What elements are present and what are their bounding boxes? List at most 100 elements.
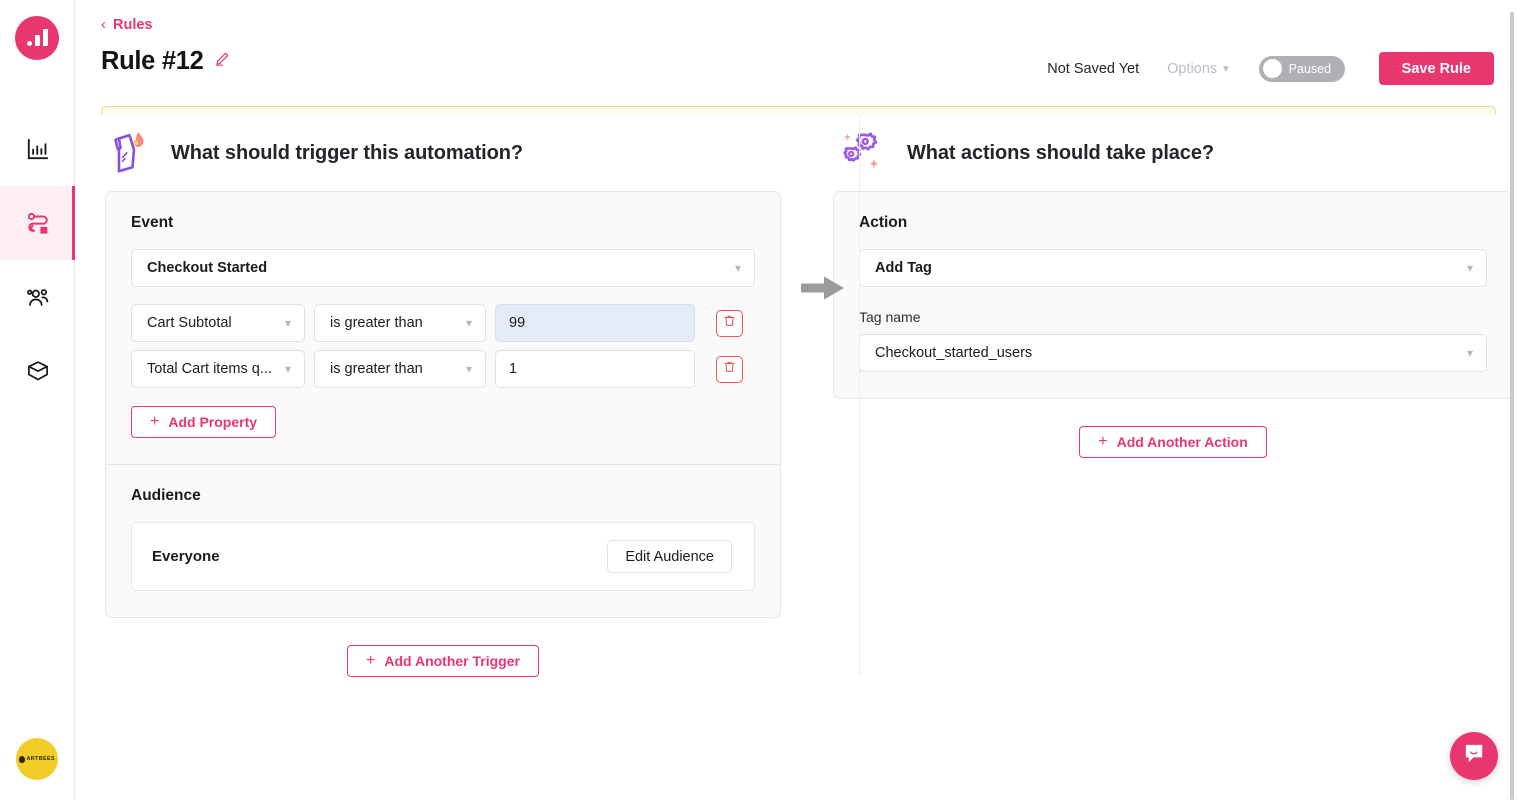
chevron-left-icon: ‹	[101, 16, 106, 33]
action-type-select[interactable]: Add Tag ▾	[859, 249, 1487, 287]
trigger-section-title: What should trigger this automation?	[171, 141, 523, 164]
arrow-right-icon	[799, 273, 847, 308]
app-logo[interactable]	[0, 0, 74, 75]
actions-column: What actions should take place? Action A…	[833, 115, 1513, 677]
tag-name-label: Tag name	[859, 309, 921, 325]
gears-sparkle-icon	[835, 125, 887, 182]
plus-icon: +	[150, 412, 160, 430]
avatar[interactable]: ARTBEES	[16, 738, 58, 780]
add-action-label: Add Another Action	[1116, 434, 1248, 450]
chevron-down-icon: ▾	[1466, 346, 1473, 360]
main-area: ‹ Rules Rule #12 Not Saved Yet Options ▾	[75, 0, 1520, 800]
trigger-column: What should trigger this automation? Eve…	[101, 115, 781, 677]
event-pane-title: Event	[131, 214, 174, 231]
property-name-value: Total Cart items q...	[147, 361, 272, 377]
box-icon	[25, 358, 51, 384]
add-property-wrap: + Add Property	[131, 406, 755, 438]
add-another-action-button[interactable]: + Add Another Action	[1079, 426, 1267, 458]
audience-pane-title: Audience	[131, 487, 201, 504]
actions-section-title: What actions should take place?	[907, 141, 1214, 164]
chat-widget-button[interactable]	[1450, 732, 1498, 780]
audience-value: Everyone	[152, 548, 220, 565]
edit-audience-button[interactable]: Edit Audience	[607, 540, 732, 573]
flow-arrow	[795, 270, 851, 310]
delete-property-button[interactable]	[716, 309, 743, 337]
tag-name-select[interactable]: Checkout_started_users ▾	[859, 334, 1487, 372]
rules-flow-icon	[25, 210, 51, 236]
lighter-flame-icon	[107, 126, 151, 181]
toggle-knob	[1262, 59, 1282, 78]
event-select[interactable]: Checkout Started ▾	[131, 249, 755, 287]
add-property-label: Add Property	[168, 414, 258, 430]
add-action-wrap: + Add Another Action	[833, 426, 1513, 458]
tag-name-value: Checkout_started_users	[875, 345, 1033, 361]
property-operator-value: is greater than	[330, 315, 423, 331]
plus-icon: +	[366, 651, 376, 669]
property-row: Total Cart items q... ▾ is greater than …	[131, 350, 755, 388]
property-value-input[interactable]	[495, 350, 695, 388]
app-root: ARTBEES ‹ Rules Rule #12 Not Saved Yet O…	[0, 0, 1520, 800]
sidebar-item-audience[interactable]	[0, 260, 75, 334]
sidebar-item-analytics[interactable]	[0, 112, 75, 186]
add-property-button[interactable]: + Add Property	[131, 406, 277, 438]
trash-icon	[723, 360, 736, 379]
chevron-down-icon: ▾	[284, 362, 291, 376]
trash-icon	[723, 314, 736, 333]
audience-box: Everyone Edit Audience	[131, 522, 755, 591]
avatar-label: ARTBEES	[18, 755, 55, 763]
property-row: Cart Subtotal ▾ is greater than ▾	[131, 304, 755, 342]
chevron-down-icon: ▾	[284, 316, 291, 330]
trigger-section-header: What should trigger this automation?	[105, 115, 781, 191]
sidebar-nav	[0, 112, 75, 408]
sidebar-item-products[interactable]	[0, 334, 75, 408]
options-dropdown[interactable]: Options ▾	[1167, 61, 1229, 77]
content-scroll-area: What should trigger this automation? Eve…	[75, 115, 1520, 800]
chevron-down-icon: ▾	[465, 316, 472, 330]
property-name-select[interactable]: Cart Subtotal ▾	[131, 304, 305, 342]
pencil-icon[interactable]	[214, 51, 230, 72]
property-value-input[interactable]	[495, 304, 695, 342]
add-trigger-label: Add Another Trigger	[384, 653, 520, 669]
options-label: Options	[1167, 60, 1218, 77]
vertical-scrollbar[interactable]	[1510, 12, 1514, 800]
action-card: Action Add Tag ▾ Tag name Checkout_start…	[833, 191, 1513, 399]
pause-toggle[interactable]: Paused	[1258, 55, 1345, 82]
chevron-down-icon: ▾	[465, 362, 472, 376]
notification-banner-sliver	[101, 106, 1496, 115]
delete-property-button[interactable]	[716, 355, 743, 383]
actions-section-header: What actions should take place?	[833, 115, 1513, 191]
property-operator-value: is greater than	[330, 361, 423, 377]
property-operator-select[interactable]: is greater than ▾	[314, 304, 486, 342]
action-type-value: Add Tag	[875, 260, 932, 276]
chevron-down-icon: ▾	[1466, 261, 1473, 275]
toggle-label: Paused	[1288, 61, 1332, 76]
property-name-value: Cart Subtotal	[147, 315, 232, 331]
page-header: ‹ Rules Rule #12 Not Saved Yet Options ▾	[75, 0, 1520, 105]
bee-icon	[18, 755, 25, 763]
sidebar: ARTBEES	[0, 0, 75, 800]
chat-bubble-icon	[1462, 741, 1487, 771]
property-rows: Cart Subtotal ▾ is greater than ▾ 99 Tot…	[131, 304, 755, 388]
action-pane-title: Action	[859, 214, 908, 231]
column-divider	[859, 115, 860, 677]
bar-chart-logo-icon	[15, 15, 59, 60]
back-link-label: Rules	[113, 17, 153, 33]
trigger-card: Event Checkout Started ▾ Cart Subtotal ▾…	[105, 191, 781, 618]
action-pane: Action Add Tag ▾ Tag name Checkout_start…	[834, 192, 1512, 398]
save-status: Not Saved Yet	[1047, 60, 1140, 77]
sidebar-item-rules[interactable]	[0, 186, 75, 260]
two-column-layout: What should trigger this automation? Eve…	[101, 115, 1513, 677]
add-another-trigger-button[interactable]: + Add Another Trigger	[347, 645, 539, 677]
save-rule-button[interactable]: Save Rule	[1378, 52, 1494, 85]
property-operator-select[interactable]: is greater than ▾	[314, 350, 486, 388]
plus-icon: +	[1098, 432, 1108, 450]
people-icon	[25, 284, 51, 310]
chevron-down-icon: ▾	[1223, 63, 1229, 75]
property-name-select[interactable]: Total Cart items q... ▾	[131, 350, 305, 388]
event-pane: Event Checkout Started ▾ Cart Subtotal ▾…	[106, 192, 780, 464]
header-controls: Not Saved Yet Options ▾ Paused Save Rule	[1047, 52, 1494, 85]
chevron-down-icon: ▾	[734, 261, 741, 275]
event-select-value: Checkout Started	[147, 260, 268, 276]
bar-chart-icon	[25, 136, 51, 162]
back-to-rules-link[interactable]: ‹ Rules	[101, 17, 153, 33]
